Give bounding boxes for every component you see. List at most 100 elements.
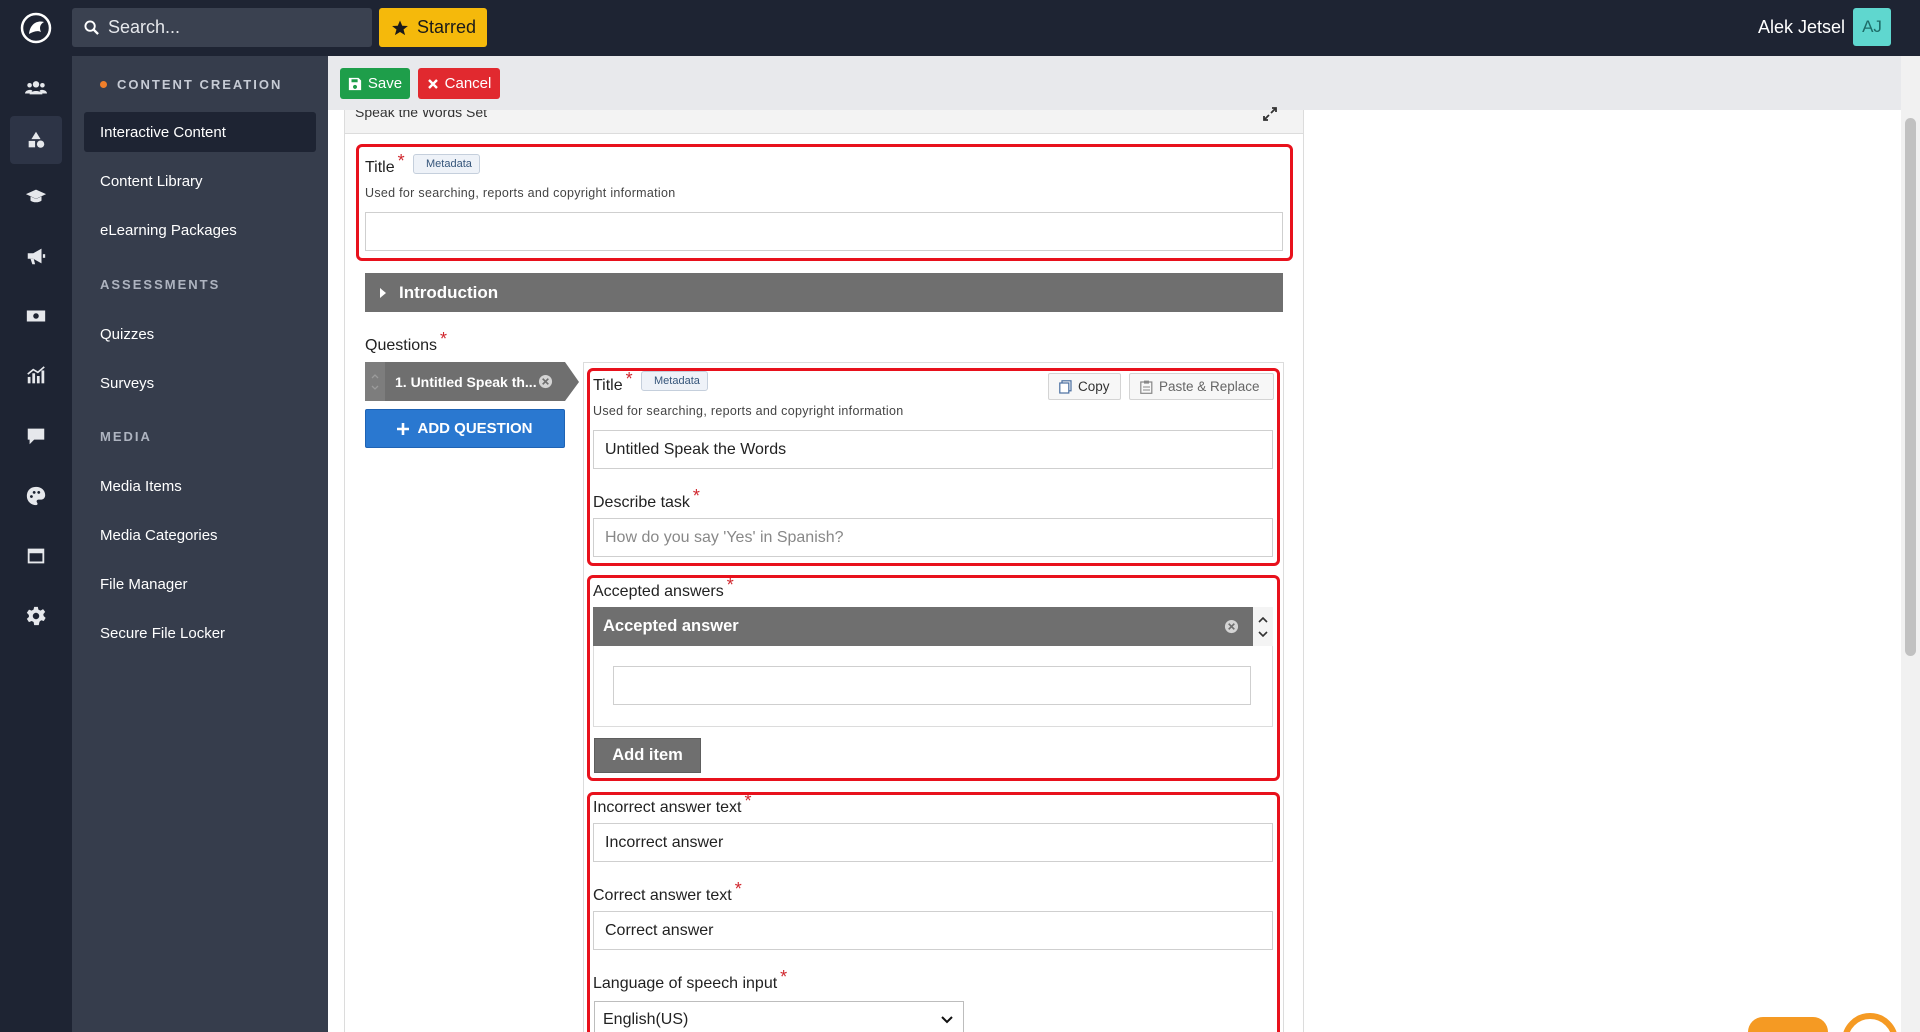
copy-label: Copy — [1078, 379, 1110, 394]
chevron-down-icon[interactable] — [1258, 630, 1268, 637]
incorrect-answer-input[interactable]: Incorrect answer — [593, 823, 1273, 862]
chevron-down-icon — [941, 1016, 953, 1024]
rail-reports[interactable] — [10, 352, 62, 400]
cancel-button[interactable]: Cancel — [418, 68, 500, 99]
language-select[interactable]: English(US) — [594, 1001, 964, 1032]
panel-header: Speak the Words Set — [345, 110, 1303, 134]
required-asterisk: * — [744, 791, 752, 811]
rail-commerce[interactable] — [10, 292, 62, 340]
cancel-label: Cancel — [444, 75, 492, 92]
introduction-label: Introduction — [399, 282, 499, 302]
paste-replace-label: Paste & Replace — [1159, 379, 1260, 394]
section-heading-assessments: ASSESSMENTS — [100, 277, 221, 292]
help-widget-button[interactable] — [1748, 1017, 1828, 1032]
correct-answer-input[interactable]: Correct answer — [593, 911, 1273, 950]
describe-task-label: Describe task * — [593, 486, 700, 511]
money-icon — [26, 310, 46, 322]
required-asterisk: * — [440, 329, 448, 349]
question-tab-label: 1. Untitled Speak th... — [395, 373, 537, 390]
user-name[interactable]: Alek Jetsel — [1758, 17, 1845, 38]
panel-title: Speak the Words Set — [355, 110, 488, 120]
title-input[interactable] — [365, 212, 1283, 251]
paste-replace-button[interactable]: Paste & Replace — [1129, 373, 1274, 400]
chevron-down-icon — [371, 385, 379, 390]
action-bar: Save Cancel — [328, 56, 1901, 110]
add-question-label: ADD QUESTION — [417, 420, 533, 437]
starred-button[interactable]: Starred — [379, 8, 487, 47]
shapes-icon — [28, 131, 45, 148]
language-selected-value: English(US) — [603, 1011, 689, 1028]
sidebar: CONTENT CREATION Interactive Content Con… — [72, 56, 328, 1032]
rail-settings[interactable] — [10, 592, 62, 640]
question-metadata-tag[interactable]: Metadata — [641, 371, 708, 391]
question-title-hint: Used for searching, reports and copyrigh… — [593, 404, 904, 418]
sidebar-item-interactive-content[interactable]: Interactive Content — [84, 112, 316, 152]
required-asterisk: * — [397, 151, 405, 171]
rail-messages[interactable] — [10, 412, 62, 460]
save-button[interactable]: Save — [340, 68, 410, 99]
sidebar-item-secure-file-locker[interactable]: Secure File Locker — [84, 613, 316, 653]
add-question-button[interactable]: ADD QUESTION — [365, 409, 565, 448]
search-input[interactable]: Search... — [72, 8, 372, 47]
copy-button[interactable]: Copy — [1048, 373, 1121, 400]
sidebar-item-surveys[interactable]: Surveys — [84, 363, 316, 403]
gear-icon — [26, 606, 46, 626]
caret-right-icon — [380, 287, 386, 298]
section-heading-media: MEDIA — [100, 429, 152, 444]
title-label: Title * — [365, 151, 405, 176]
remove-question-icon[interactable] — [538, 374, 553, 389]
chat-widget-button[interactable] — [1842, 1013, 1898, 1032]
incorrect-answer-label: Incorrect answer text * — [593, 791, 752, 816]
calendar-icon — [27, 548, 45, 564]
chevron-up-icon — [371, 373, 379, 378]
sidebar-item-elearning-packages[interactable]: eLearning Packages — [84, 210, 316, 250]
accepted-answer-header[interactable]: Accepted answer — [593, 607, 1273, 646]
copy-icon — [1059, 379, 1072, 394]
required-asterisk: * — [780, 967, 788, 987]
accepted-answers-label: Accepted answers * — [593, 575, 734, 600]
expand-icon[interactable] — [1262, 106, 1278, 122]
rail-design[interactable] — [10, 472, 62, 520]
question-tab-pointer — [565, 362, 579, 401]
language-label: Language of speech input * — [593, 967, 788, 992]
sidebar-item-file-manager[interactable]: File Manager — [84, 564, 316, 604]
accepted-answer-input[interactable] — [613, 666, 1251, 705]
remove-item-icon[interactable] — [1224, 619, 1239, 634]
rail-announcements[interactable] — [10, 232, 62, 280]
logo-icon[interactable] — [20, 12, 52, 44]
sidebar-item-content-library[interactable]: Content Library — [84, 161, 316, 201]
title-hint: Used for searching, reports and copyrigh… — [365, 186, 676, 200]
sidebar-item-media-items[interactable]: Media Items — [84, 466, 316, 506]
starred-label: Starred — [417, 17, 477, 37]
question-tab[interactable]: 1. Untitled Speak th... — [365, 362, 565, 401]
rail-learning[interactable] — [10, 172, 62, 220]
icon-rail — [0, 56, 72, 1032]
top-bar: Search... Starred Alek Jetsel AJ — [0, 0, 1920, 56]
item-order-controls[interactable] — [1253, 607, 1273, 646]
active-section-dot — [100, 81, 107, 89]
describe-task-input[interactable]: How do you say 'Yes' in Spanish? — [593, 518, 1273, 557]
users-icon — [25, 81, 47, 95]
introduction-toggle[interactable]: Introduction — [365, 273, 1283, 312]
search-icon — [84, 20, 99, 35]
star-icon — [392, 20, 408, 35]
question-title-label: Title * — [593, 369, 633, 394]
required-asterisk: * — [726, 575, 734, 595]
required-asterisk: * — [692, 486, 700, 506]
rail-users[interactable] — [10, 64, 62, 112]
sidebar-item-quizzes[interactable]: Quizzes — [84, 314, 316, 354]
sidebar-item-media-categories[interactable]: Media Categories — [84, 515, 316, 555]
metadata-tag[interactable]: Metadata — [413, 154, 480, 174]
scrollbar-thumb[interactable] — [1905, 118, 1916, 656]
correct-answer-label: Correct answer text * — [593, 879, 742, 904]
floppy-icon — [348, 77, 362, 90]
drag-handle[interactable] — [365, 362, 385, 401]
rail-content[interactable] — [10, 116, 62, 164]
chevron-up-icon[interactable] — [1258, 616, 1268, 623]
search-placeholder: Search... — [108, 17, 181, 37]
rail-events[interactable] — [10, 532, 62, 580]
clipboard-icon — [1140, 380, 1153, 394]
add-item-button[interactable]: Add item — [594, 738, 701, 773]
avatar[interactable]: AJ — [1853, 8, 1891, 46]
question-title-input[interactable]: Untitled Speak the Words — [593, 430, 1273, 469]
